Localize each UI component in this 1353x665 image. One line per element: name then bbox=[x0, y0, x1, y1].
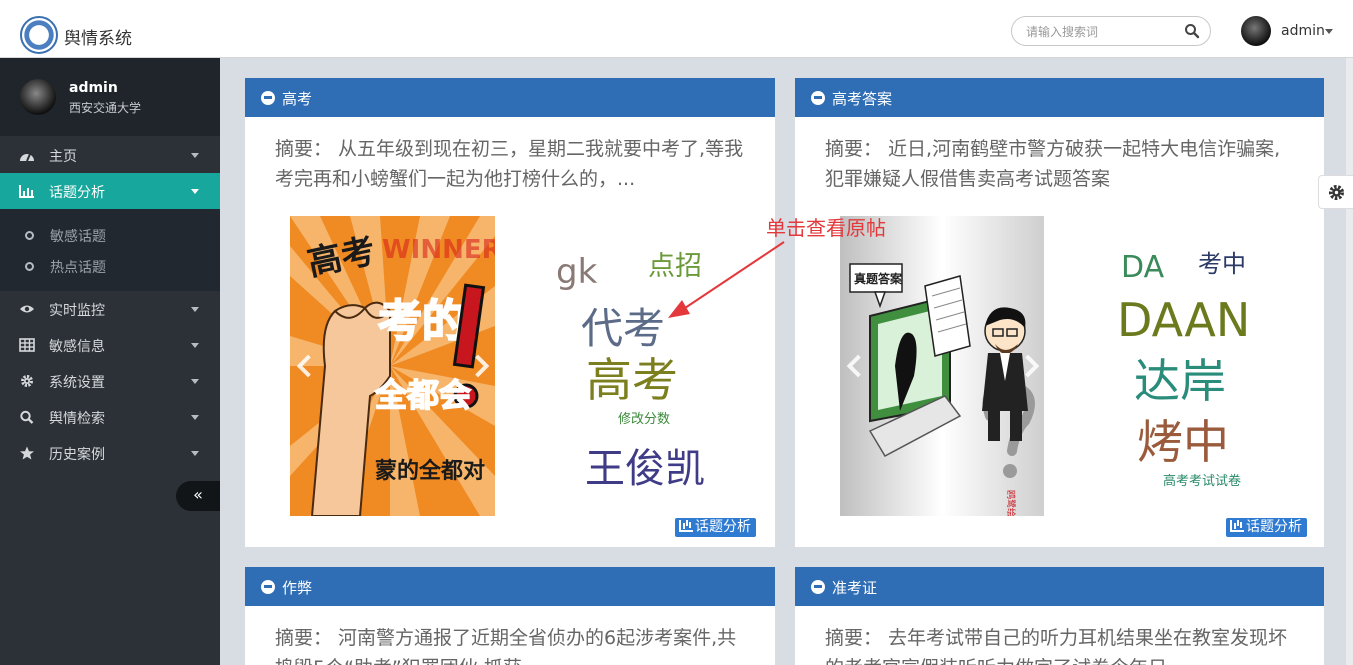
sidebar-user-name: admin bbox=[69, 80, 118, 96]
card-header: 作弊 bbox=[245, 567, 775, 606]
caret-down-icon bbox=[191, 451, 199, 456]
submenu-item-label: 热点话题 bbox=[50, 260, 106, 276]
word-cloud-term[interactable]: 王俊凯 bbox=[585, 436, 705, 494]
sidebar-collapse-button[interactable]: « bbox=[176, 481, 220, 511]
topic-analysis-button[interactable]: 话题分析 bbox=[1226, 518, 1307, 537]
caret-down-icon bbox=[191, 343, 199, 348]
word-cloud-term[interactable]: 达岸 bbox=[1134, 345, 1226, 411]
caret-down-icon bbox=[191, 379, 199, 384]
card-summary[interactable]: 摘要： 河南警方通报了近期全省侦办的6起涉考案件,共捣毁5个“助考”犯罪团伙,抓… bbox=[275, 623, 745, 665]
search-icon bbox=[20, 410, 34, 424]
caret-down-icon bbox=[191, 189, 199, 194]
card-title[interactable]: 准考证 bbox=[832, 577, 877, 598]
comment-icon bbox=[261, 91, 275, 105]
sidebar-item-home[interactable]: 主页 bbox=[0, 137, 220, 173]
card-title[interactable]: 高考 bbox=[282, 88, 312, 109]
sidebar-item-label: 历史案例 bbox=[49, 447, 105, 463]
bar-chart-icon bbox=[679, 520, 693, 532]
sidebar-item-label: 主页 bbox=[49, 149, 77, 165]
word-cloud-term[interactable]: DA bbox=[1121, 250, 1164, 285]
caret-down-icon bbox=[191, 307, 199, 312]
star-icon bbox=[20, 446, 34, 460]
search-box[interactable] bbox=[1011, 16, 1211, 46]
sidebar-item-topic-analysis[interactable]: 话题分析 bbox=[0, 173, 220, 209]
poster-middle-text: 全都会 bbox=[374, 376, 471, 414]
exam-answers-cartoon-image: 真题答案 鸥鹭绘 bbox=[840, 216, 1044, 516]
card-header: 高考 bbox=[245, 78, 775, 117]
caret-down-icon bbox=[191, 415, 199, 420]
topic-card: 准考证 摘要： 去年考试带自己的听力耳机结果坐在教室发现坏的老考官宣假装听听力做… bbox=[795, 567, 1324, 665]
annotation-arrow-icon bbox=[668, 241, 785, 318]
cartoon-signature-text: 鸥鹭绘 bbox=[1005, 490, 1017, 516]
sidebar: admin 西安交通大学 主页 话题分析 敏感话题 热点话题 实时监控 敏感信息… bbox=[0, 58, 220, 665]
submenu-item-hot-topics[interactable]: 热点话题 bbox=[0, 252, 220, 282]
caret-down-icon bbox=[191, 153, 199, 158]
dashboard-icon bbox=[20, 153, 34, 162]
sidebar-item-label: 话题分析 bbox=[49, 185, 105, 201]
topic-analysis-submenu: 敏感话题 热点话题 bbox=[0, 209, 220, 291]
topic-analysis-button[interactable]: 话题分析 bbox=[675, 518, 756, 537]
sidebar-item-sensitive-info[interactable]: 敏感信息 bbox=[0, 327, 220, 363]
eye-icon bbox=[20, 305, 34, 313]
sidebar-item-system-settings[interactable]: 系统设置 bbox=[0, 363, 220, 399]
bar-chart-icon bbox=[19, 185, 34, 198]
comment-icon bbox=[811, 580, 825, 594]
app-title: 舆情系统 bbox=[64, 29, 132, 49]
topic-image[interactable]: 真题答案 鸥鹭绘 bbox=[840, 216, 1044, 516]
topic-image[interactable]: 高考 WINNER 考的 全都会 蒙的全都对 bbox=[290, 216, 495, 516]
card-title[interactable]: 作弊 bbox=[282, 577, 312, 598]
gear-icon bbox=[1328, 184, 1345, 201]
sidebar-item-label: 舆情检索 bbox=[49, 411, 105, 427]
sidebar-item-realtime-monitor[interactable]: 实时监控 bbox=[0, 291, 220, 327]
circle-icon bbox=[25, 262, 34, 271]
sidebar-item-opinion-search[interactable]: 舆情检索 bbox=[0, 399, 220, 435]
word-cloud-term[interactable]: DAAN bbox=[1117, 293, 1250, 347]
word-cloud-term[interactable]: 高考考试试卷 bbox=[1163, 470, 1241, 489]
word-cloud-term[interactable]: gk bbox=[556, 252, 597, 292]
grid-icon bbox=[19, 338, 35, 352]
word-cloud-term[interactable]: 考中 bbox=[1198, 244, 1246, 279]
poster-winner-text: WINNER bbox=[382, 235, 495, 265]
card-summary[interactable]: 摘要： 去年考试带自己的听力耳机结果坐在教室发现坏的老考官宣假装听听力做完了试卷… bbox=[825, 623, 1295, 665]
sidebar-item-label: 敏感信息 bbox=[49, 339, 105, 355]
word-cloud-term[interactable]: 修改分数 bbox=[618, 408, 670, 427]
sidebar-avatar bbox=[20, 79, 56, 115]
circle-icon bbox=[25, 231, 34, 240]
gear-icon bbox=[21, 375, 33, 387]
topic-card: 高考答案 摘要： 近日,河南鹤壁市警方破获一起特大电信诈骗案,犯罪嫌疑人假借售卖… bbox=[795, 78, 1324, 547]
card-summary[interactable]: 摘要： 从五年级到现在初三，星期二我就要中考了,等我考完再和小螃蟹们一起为他打榜… bbox=[275, 134, 745, 194]
sidebar-user-org: 西安交通大学 bbox=[69, 101, 142, 115]
sidebar-item-label: 实时监控 bbox=[49, 303, 105, 319]
user-menu-name[interactable]: admin bbox=[1281, 23, 1325, 39]
word-cloud-term[interactable]: 高考 bbox=[586, 344, 678, 410]
poster-big-text: 考的 bbox=[378, 296, 466, 347]
topic-card: 作弊 摘要： 河南警方通报了近期全省侦办的6起涉考案件,共捣毁5个“助考”犯罪团… bbox=[245, 567, 775, 665]
card-summary[interactable]: 摘要： 近日,河南鹤壁市警方破获一起特大电信诈骗案,犯罪嫌疑人假借售卖高考试题答… bbox=[825, 134, 1295, 194]
settings-toggle-button[interactable] bbox=[1318, 175, 1353, 209]
user-avatar[interactable] bbox=[1241, 16, 1271, 46]
word-cloud-term[interactable]: 烤中 bbox=[1137, 406, 1229, 472]
poster-bottom-text: 蒙的全都对 bbox=[375, 458, 485, 484]
search-icon[interactable] bbox=[1184, 23, 1200, 39]
card-header: 高考答案 bbox=[795, 78, 1324, 117]
submenu-item-label: 敏感话题 bbox=[50, 229, 106, 245]
topic-analysis-label: 话题分析 bbox=[1246, 519, 1302, 535]
submenu-item-sensitive-topics[interactable]: 敏感话题 bbox=[0, 221, 220, 251]
card-header: 准考证 bbox=[795, 567, 1324, 606]
comment-icon bbox=[261, 580, 275, 594]
page-scrollbar[interactable] bbox=[1346, 58, 1353, 665]
university-logo-icon bbox=[20, 16, 58, 54]
sidebar-item-label: 系统设置 bbox=[49, 375, 105, 391]
caret-down-icon[interactable] bbox=[1325, 29, 1333, 34]
sidebar-item-history-cases[interactable]: 历史案例 bbox=[0, 435, 220, 471]
bar-chart-icon bbox=[1230, 520, 1244, 532]
cartoon-tag-text: 真题答案 bbox=[854, 271, 903, 286]
exam-poster-image: 高考 WINNER 考的 全都会 蒙的全都对 bbox=[290, 216, 495, 516]
top-header: 舆情系统 admin bbox=[0, 0, 1353, 58]
topic-analysis-label: 话题分析 bbox=[695, 519, 751, 535]
sidebar-user-panel: admin 西安交通大学 bbox=[0, 58, 220, 136]
comment-icon bbox=[811, 91, 825, 105]
card-title[interactable]: 高考答案 bbox=[832, 88, 892, 109]
search-input[interactable] bbox=[1026, 23, 1176, 41]
